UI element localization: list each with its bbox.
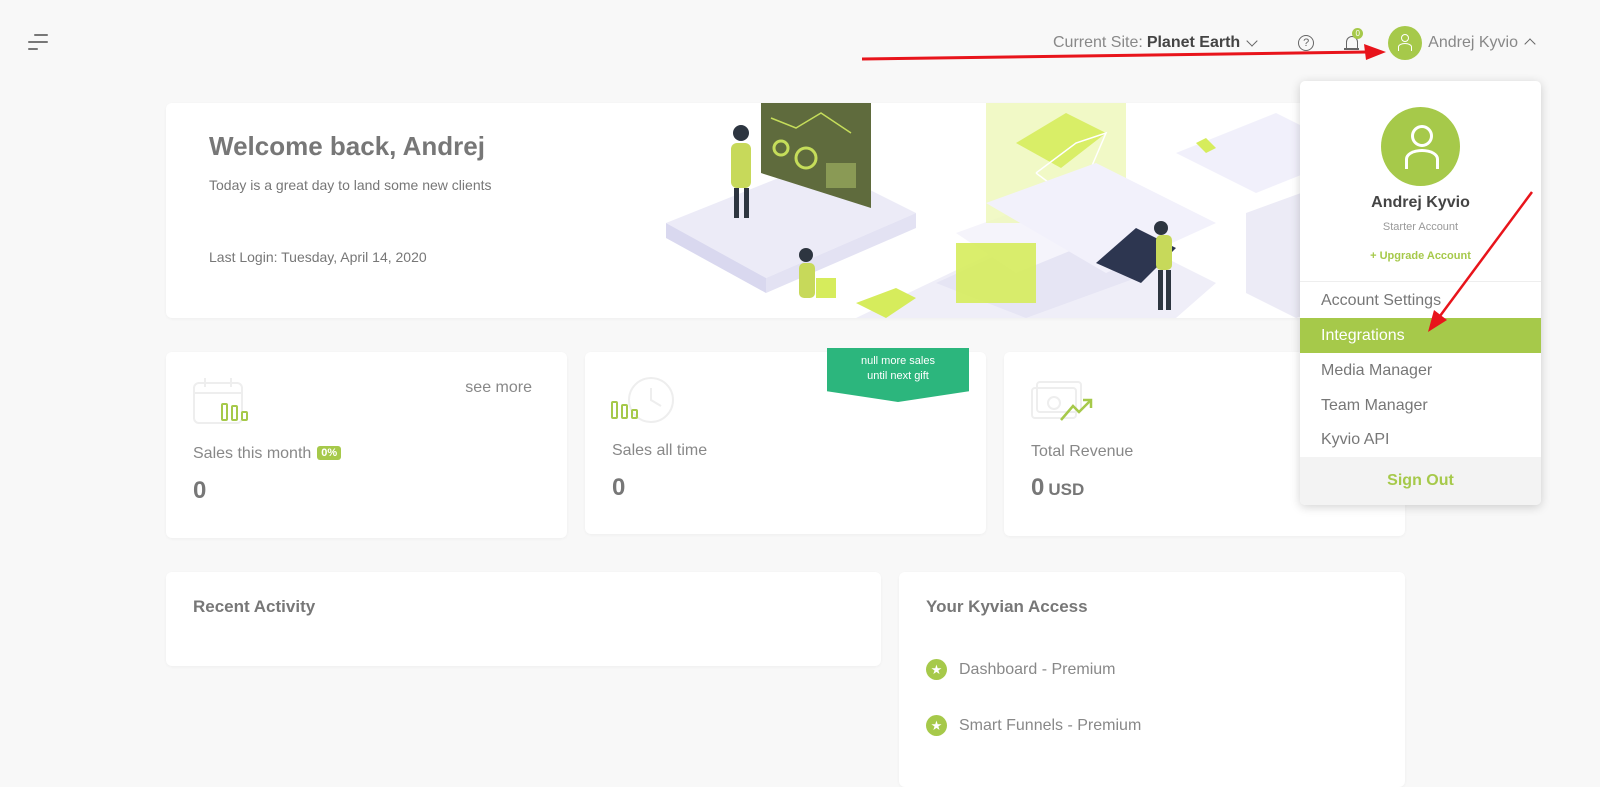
menu-item-kyvio-api[interactable]: Kyvio API xyxy=(1300,422,1541,457)
notification-badge: 0 xyxy=(1352,28,1364,39)
access-title: Your Kyvian Access xyxy=(926,597,1088,616)
sales-month-label: Sales this month 0% xyxy=(193,445,342,463)
star-icon: ★ xyxy=(926,659,947,680)
currency-unit: USD xyxy=(1048,480,1085,499)
menu-item-team-manager[interactable]: Team Manager xyxy=(1300,388,1541,423)
profile-name: Andrej Kyvio xyxy=(1371,194,1470,211)
user-avatar-icon xyxy=(1388,26,1423,60)
sales-all-value: 0 xyxy=(612,474,626,501)
profile-avatar-icon xyxy=(1381,107,1460,186)
sales-month-value: 0 xyxy=(193,477,207,504)
revenue-label: Total Revenue xyxy=(1031,443,1134,460)
growth-badge: 0% xyxy=(317,446,342,460)
last-login: Last Login: Tuesday, April 14, 2020 xyxy=(209,249,427,265)
kyvian-access-card: Your Kyvian Access ★ Dashboard - Premium… xyxy=(899,572,1405,787)
user-menu-button[interactable]: Andrej Kyvio xyxy=(1388,26,1540,60)
divider xyxy=(1300,281,1541,282)
site-label: Current Site: xyxy=(1053,34,1143,51)
menu-item-media-manager[interactable]: Media Manager xyxy=(1300,353,1541,388)
recent-activity-title: Recent Activity xyxy=(193,597,316,616)
menu-toggle-icon[interactable] xyxy=(28,34,50,54)
access-item: ★ Smart Funnels - Premium xyxy=(926,715,1141,736)
account-plan: Starter Account xyxy=(1382,221,1459,233)
revenue-value: 0 USD xyxy=(1031,474,1085,501)
welcome-subtitle: Today is a great day to land some new cl… xyxy=(209,177,492,193)
recent-activity-card: Recent Activity xyxy=(166,572,881,666)
next-gift-ribbon: null more sales until next gift xyxy=(827,348,969,402)
menu-item-account-settings[interactable]: Account Settings xyxy=(1300,283,1541,318)
see-more-link[interactable]: see more xyxy=(465,379,532,397)
sales-all-label: Sales all time xyxy=(612,442,708,459)
upgrade-account-link[interactable]: + Upgrade Account xyxy=(1300,250,1541,262)
welcome-illustration xyxy=(666,103,1405,318)
star-icon: ★ xyxy=(926,715,947,736)
calendar-chart-icon xyxy=(193,378,248,424)
chevron-up-icon xyxy=(1524,38,1536,50)
sign-out-button[interactable]: Sign Out xyxy=(1300,457,1541,505)
money-growth-icon xyxy=(1031,381,1093,421)
welcome-card: Welcome back, Andrej Today is a great da… xyxy=(166,103,1405,318)
site-name: Planet Earth xyxy=(1146,34,1241,51)
user-name: Andrej Kyvio xyxy=(1428,34,1518,51)
welcome-title: Welcome back, Andrej xyxy=(209,131,485,161)
site-selector[interactable]: Current Site: Planet Earth xyxy=(1053,34,1262,52)
top-bar: Current Site: Planet Earth ? 0 Andrej Ky… xyxy=(1053,26,1540,60)
chevron-down-icon xyxy=(1246,35,1258,47)
help-icon[interactable]: ? xyxy=(1298,35,1315,51)
sales-this-month-card: see more Sales this month 0% 0 xyxy=(166,352,567,538)
history-chart-icon xyxy=(611,377,674,423)
bell-icon[interactable]: 0 xyxy=(1344,28,1364,52)
menu-item-integrations[interactable]: Integrations xyxy=(1300,318,1541,353)
user-dropdown-menu: Andrej Kyvio Starter Account + Upgrade A… xyxy=(1300,81,1541,505)
access-item: ★ Dashboard - Premium xyxy=(926,659,1116,680)
